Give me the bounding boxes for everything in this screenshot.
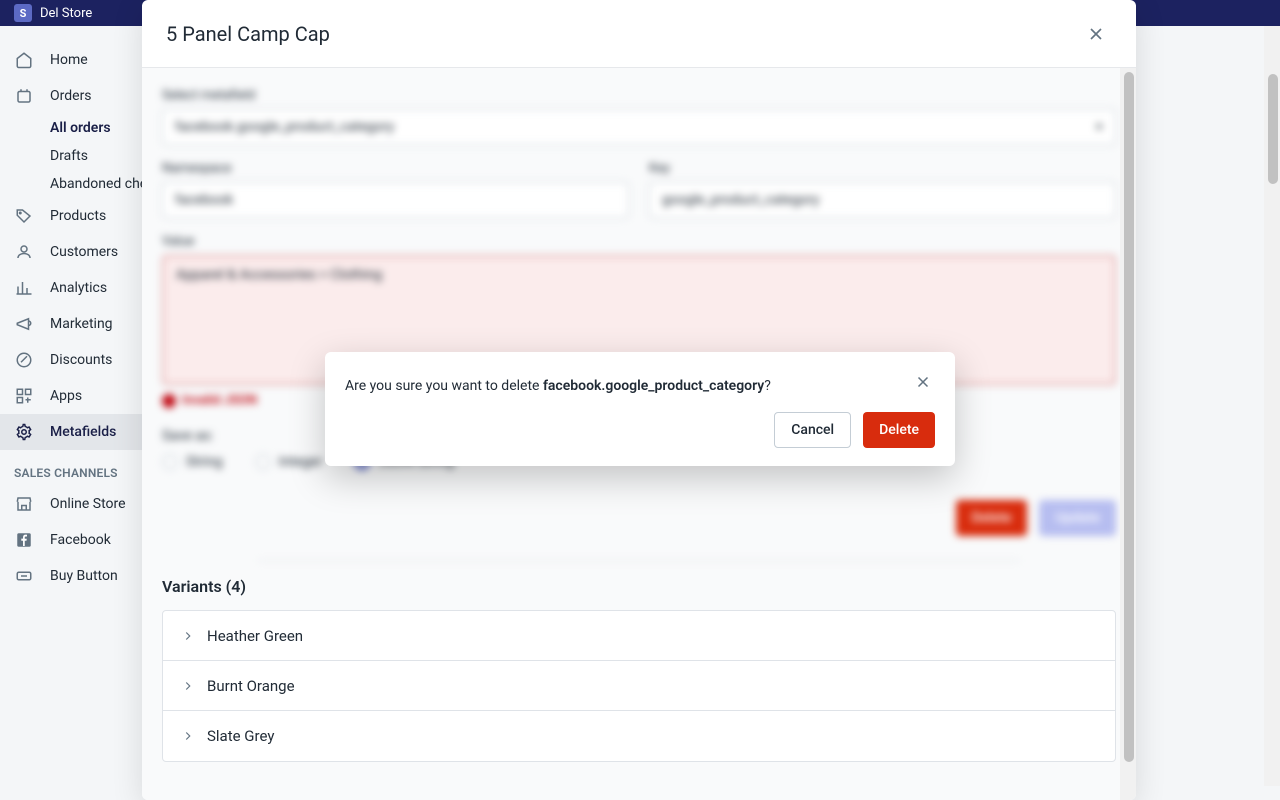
confirm-message: Are you sure you want to delete facebook…: [345, 370, 771, 396]
close-icon: [1086, 24, 1106, 44]
modal-close-button[interactable]: [1080, 18, 1112, 50]
confirm-dialog: Are you sure you want to delete facebook…: [325, 352, 955, 466]
modal-title: 5 Panel Camp Cap: [166, 22, 330, 46]
confirm-close-button[interactable]: [911, 370, 935, 394]
delete-button[interactable]: Delete: [863, 412, 935, 448]
close-icon: [914, 373, 932, 391]
cancel-button[interactable]: Cancel: [774, 412, 851, 448]
